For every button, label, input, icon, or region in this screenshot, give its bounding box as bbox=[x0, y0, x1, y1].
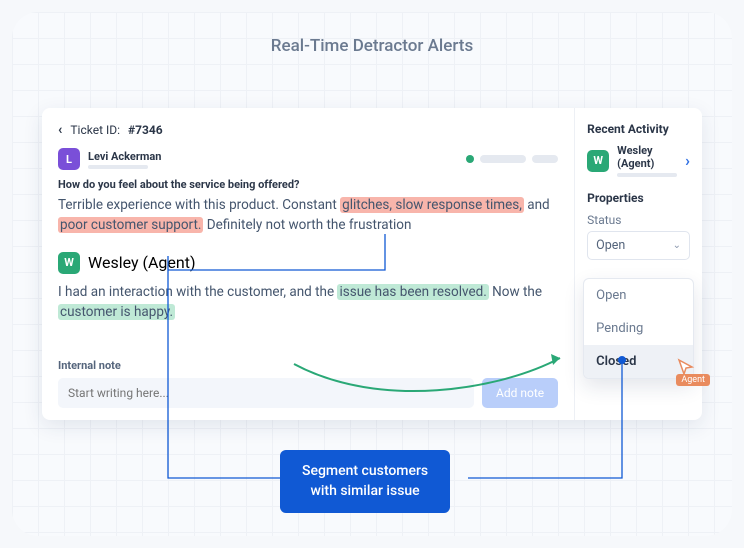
properties-heading: Properties bbox=[587, 191, 690, 205]
back-icon[interactable]: ‹ bbox=[58, 122, 62, 138]
status-value: Open bbox=[596, 238, 625, 253]
recent-activity-item[interactable]: W Wesley (Agent) › bbox=[587, 144, 690, 177]
activity-agent-name: Wesley (Agent) bbox=[617, 144, 677, 170]
highlight-positive: issue has been resolved. bbox=[337, 284, 488, 300]
agent-name: Wesley (Agent) bbox=[88, 253, 196, 272]
cursor-tag: Agent bbox=[676, 374, 710, 386]
ticket-id-label: Ticket ID: bbox=[70, 123, 120, 137]
survey-question: How do you feel about the service being … bbox=[58, 178, 558, 191]
status-label: Status bbox=[587, 213, 690, 227]
highlight-negative: poor customer support. bbox=[58, 217, 203, 233]
agent-message: W Wesley (Agent) I had an interaction wi… bbox=[58, 252, 558, 323]
recent-activity-heading: Recent Activity bbox=[587, 122, 690, 136]
agent-avatar: W bbox=[587, 150, 609, 172]
segment-callout: Segment customers with similar issue bbox=[280, 450, 450, 513]
customer-name: Levi Ackerman bbox=[88, 150, 161, 163]
chevron-right-icon: › bbox=[685, 151, 690, 170]
page-title: Real-Time Detractor Alerts bbox=[0, 36, 744, 56]
ticket-card: ‹ Ticket ID: #7346 L Levi Ackerman How d… bbox=[42, 108, 702, 420]
ticket-id: #7346 bbox=[128, 123, 163, 137]
internal-note-input[interactable] bbox=[58, 378, 474, 408]
add-note-button[interactable]: Add note bbox=[482, 378, 558, 408]
chevron-down-icon: ⌄ bbox=[673, 240, 681, 251]
internal-note-label: Internal note bbox=[58, 359, 558, 372]
highlight-negative: glitches, slow response times, bbox=[340, 197, 524, 213]
status-option-pending[interactable]: Pending bbox=[584, 312, 693, 345]
agent-message-body: I had an interaction with the customer, … bbox=[58, 282, 558, 323]
highlight-positive: customer is happy. bbox=[58, 304, 175, 320]
status-select[interactable]: Open ⌄ bbox=[587, 231, 690, 260]
cursor-icon: Agent bbox=[662, 358, 710, 386]
status-option-open[interactable]: Open bbox=[584, 279, 693, 312]
customer-message: L Levi Ackerman How do you feel about th… bbox=[58, 148, 558, 236]
agent-avatar: W bbox=[58, 252, 80, 274]
timestamp-placeholder bbox=[88, 165, 148, 169]
customer-avatar: L bbox=[58, 148, 80, 170]
customer-message-body: Terrible experience with this product. C… bbox=[58, 195, 558, 236]
status-indicator bbox=[466, 155, 558, 163]
activity-meta-placeholder bbox=[617, 173, 677, 177]
